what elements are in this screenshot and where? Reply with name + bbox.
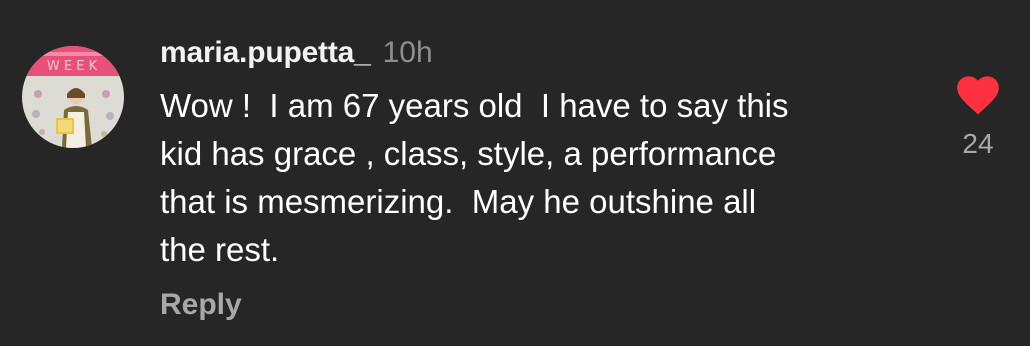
comment: W E E K maria.pupetta_ 10h Wow ! I am 67… — [0, 0, 1030, 346]
reply-button[interactable]: Reply — [160, 288, 242, 322]
avatar-photo: W E E K — [22, 46, 124, 148]
like-section: 24 — [950, 70, 1006, 160]
heart-icon[interactable] — [953, 70, 1003, 116]
comment-text: Wow ! I am 67 years old I have to say th… — [160, 87, 789, 268]
svg-text:W E E K: W E E K — [47, 59, 98, 74]
comment-timestamp: 10h — [382, 36, 433, 69]
like-count: 24 — [962, 128, 994, 159]
comment-body: maria.pupetta_ 10h Wow ! I am 67 years o… — [160, 36, 920, 322]
user-avatar[interactable]: W E E K — [22, 46, 124, 148]
comment-meta: maria.pupetta_ 10h — [160, 36, 920, 80]
username-link[interactable]: maria.pupetta_ — [160, 36, 371, 70]
